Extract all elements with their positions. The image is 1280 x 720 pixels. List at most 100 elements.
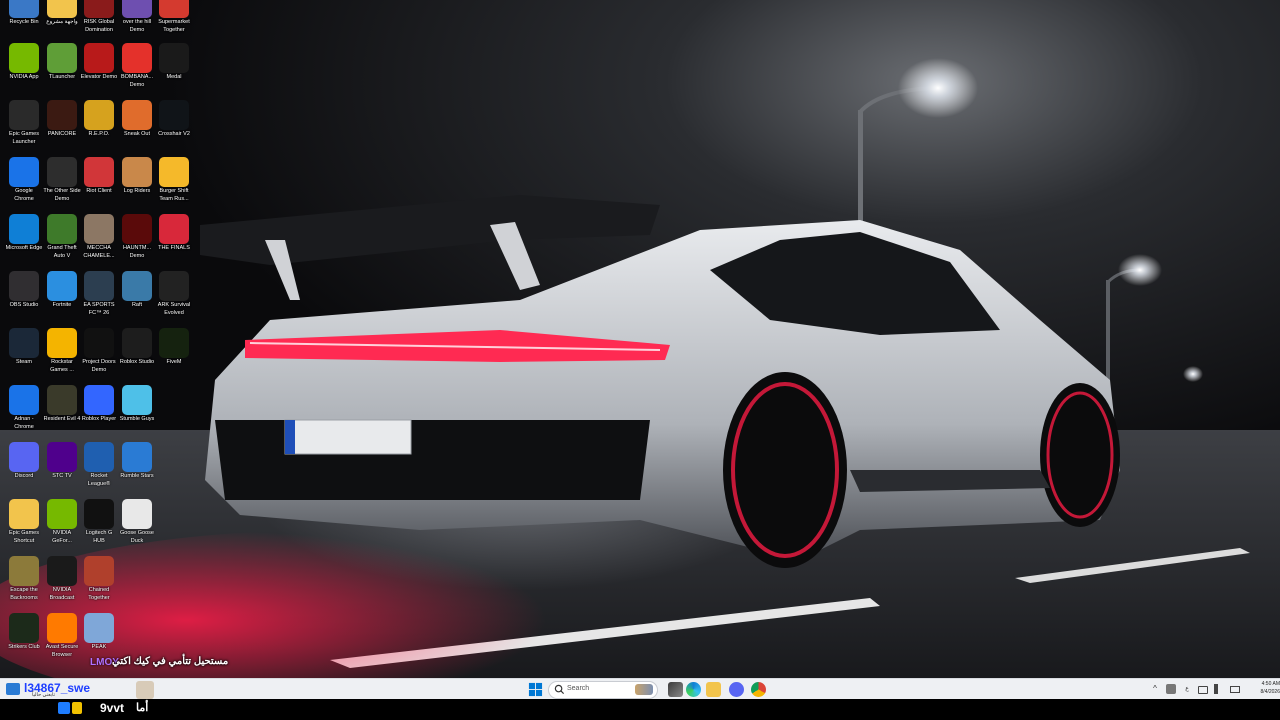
recycle-bin-icon (9, 0, 39, 18)
desktop-icon-label: Epic Games Shortcut (9, 530, 39, 544)
windows-start-icon[interactable] (528, 682, 543, 697)
network-icon[interactable] (1198, 686, 1208, 694)
repo-icon (84, 100, 114, 130)
desktop-icon-label: TLauncher (48, 74, 76, 80)
desktop-icon[interactable]: Google Chrome (5, 157, 43, 203)
desktop-icon[interactable]: NVIDIA Broadcast (43, 556, 81, 602)
fortnite-icon (47, 271, 77, 301)
desktop-icon[interactable]: Adnan - Chrome (5, 385, 43, 431)
desktop-icon[interactable]: Rockstar Games ... (43, 328, 81, 374)
stream-camera-icon (6, 683, 20, 695)
sneak-out-icon (122, 100, 152, 130)
elevator-icon (84, 43, 114, 73)
desktop-icon[interactable]: NVIDIA App (5, 43, 43, 82)
desktop-icon[interactable]: OBS Studio (5, 271, 43, 310)
desktop-icon[interactable]: BOMBANA... Demo (118, 43, 156, 89)
desktop-icon-label: Grand Theft Auto V (47, 245, 77, 259)
desktop-icon[interactable]: over the hill Demo (118, 0, 156, 34)
stream-user-subtitle: تابعني حالياً (32, 692, 55, 698)
desktop-icon[interactable]: STC TV (43, 442, 81, 481)
desktop-icon[interactable]: Stumble Guys (118, 385, 156, 424)
desktop-icon[interactable]: Epic Games Launcher (5, 100, 43, 146)
desktop-icon[interactable]: Strikers Club (5, 613, 43, 652)
raft-icon (122, 271, 152, 301)
desktop-icon[interactable]: Riot Client (80, 157, 118, 196)
clock-date[interactable]: 8/4/2026 (1258, 689, 1280, 695)
desktop-icon[interactable]: واجهة مشروع (43, 0, 81, 27)
desktop-icon[interactable]: The Other Side Demo (43, 157, 81, 203)
desktop-icon[interactable]: Roblox Player (80, 385, 118, 424)
desktop-icon[interactable]: Rocket League® (80, 442, 118, 488)
risk-icon (84, 0, 114, 18)
epic-games-icon (9, 100, 39, 130)
file-explorer-icon[interactable] (706, 682, 721, 697)
desktop-icon[interactable]: R.E.P.O. (80, 100, 118, 139)
desktop-icon-label: Google Chrome (14, 188, 34, 202)
desktop-icon[interactable]: Escape the Backrooms (5, 556, 43, 602)
obs-icon (9, 271, 39, 301)
taskbar-search-box[interactable]: Search (548, 681, 658, 699)
desktop-icon[interactable]: Avast Secure Browser (43, 613, 81, 659)
desktop-icon[interactable]: Elevator Demo (80, 43, 118, 82)
desktop-icon[interactable]: Steam (5, 328, 43, 367)
desktop-icon[interactable]: Goose Goose Duck (118, 499, 156, 545)
desktop-icon[interactable]: EA SPORTS FC™ 26 (80, 271, 118, 317)
language-icon[interactable]: ع (1182, 684, 1192, 694)
desktop-icon[interactable]: Discord (5, 442, 43, 481)
desktop-icon[interactable]: Chained Together (80, 556, 118, 602)
chevron-up-icon[interactable]: ^ (1150, 684, 1160, 694)
desktop-icon[interactable]: Logitech G HUB (80, 499, 118, 545)
desktop-icon[interactable]: HAUNTM... Demo (118, 214, 156, 260)
desktop-icon[interactable]: Rumble Stars (118, 442, 156, 481)
desktop-icon[interactable]: Grand Theft Auto V (43, 214, 81, 260)
desktop-icon[interactable]: Crosshair V2 (155, 100, 193, 139)
desktop-icon[interactable]: Epic Games Shortcut (5, 499, 43, 545)
desktop-icon[interactable]: Resident Evil 4 (43, 385, 81, 424)
desktop-icon-label: Burger Shift Team Rus... (159, 188, 189, 202)
desktop-icon[interactable]: Burger Shift Team Rus... (155, 157, 193, 203)
badge-icon (72, 702, 82, 714)
desktop-icon[interactable]: Recycle Bin (5, 0, 43, 27)
gta-icon (47, 214, 77, 244)
desktop-icon[interactable]: ARK Survival Evolved (155, 271, 193, 317)
badge-icon (58, 702, 70, 714)
desktop-icon[interactable]: Sneak Out (118, 100, 156, 139)
desktop-icon[interactable]: Medal (155, 43, 193, 82)
medal-icon (159, 43, 189, 73)
desktop-icon[interactable]: Raft (118, 271, 156, 310)
desktop-icon-label: Resident Evil 4 (43, 416, 81, 422)
avatar (136, 681, 154, 699)
desktop-icon-label: Sneak Out (124, 131, 150, 137)
tlauncher-icon (47, 43, 77, 73)
task-view-icon[interactable] (668, 682, 683, 697)
discord-taskbar-icon[interactable] (729, 682, 744, 697)
chrome-taskbar-icon[interactable] (751, 682, 766, 697)
desktop-icon[interactable]: Log Riders (118, 157, 156, 196)
desktop-icon[interactable]: MECCHA CHAMELE... (80, 214, 118, 260)
ark-icon (159, 271, 189, 301)
edge-taskbar-icon[interactable] (686, 682, 701, 697)
stream-arabic-label: أما (136, 702, 149, 714)
taskbar: l34867_swe تابعني حالياً Search ^ ع 4:50… (0, 678, 1280, 700)
desktop-icon[interactable]: Supermarket Together (155, 0, 193, 34)
desktop-icon[interactable]: NVIDIA GeFor... (43, 499, 81, 545)
clock-time[interactable]: 4:50 AM (1258, 681, 1280, 687)
desktop-icon[interactable]: TLauncher (43, 43, 81, 82)
desktop-icon[interactable]: RISK Global Domination (80, 0, 118, 34)
volume-icon[interactable] (1214, 684, 1224, 694)
desktop-icon[interactable]: Fortnite (43, 271, 81, 310)
desktop-icon[interactable]: THE FINALS (155, 214, 193, 253)
tray-app-icon[interactable] (1166, 684, 1176, 694)
desktop-icon-label: Rockstar Games ... (50, 359, 74, 373)
desktop-icon[interactable]: PANICORE (43, 100, 81, 139)
desktop-icon-label: Strikers Club (8, 644, 40, 650)
desktop-icon[interactable]: Project Doors Demo (80, 328, 118, 374)
desktop-icon[interactable]: Microsoft Edge (5, 214, 43, 253)
backrooms-icon (9, 556, 39, 586)
desktop-icon[interactable]: PEAK (80, 613, 118, 652)
desktop-icon[interactable]: FiveM (155, 328, 193, 367)
stc-tv-icon (47, 442, 77, 472)
desktop-icon[interactable]: Roblox Studio (118, 328, 156, 367)
battery-icon[interactable] (1230, 686, 1240, 693)
resident-evil-icon (47, 385, 77, 415)
